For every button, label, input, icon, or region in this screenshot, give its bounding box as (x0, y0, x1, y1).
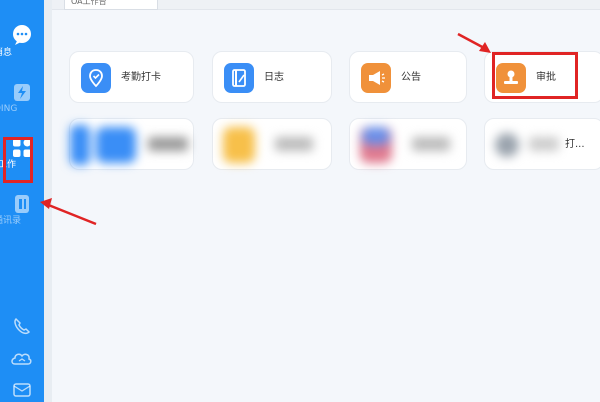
arrow-line-approval (457, 32, 487, 51)
annotation-arrows (40, 32, 491, 226)
app-window: 消息 DING 工作 通讯录 (0, 0, 600, 402)
arrow-line-work (45, 202, 97, 226)
arrowhead-work (40, 198, 52, 209)
